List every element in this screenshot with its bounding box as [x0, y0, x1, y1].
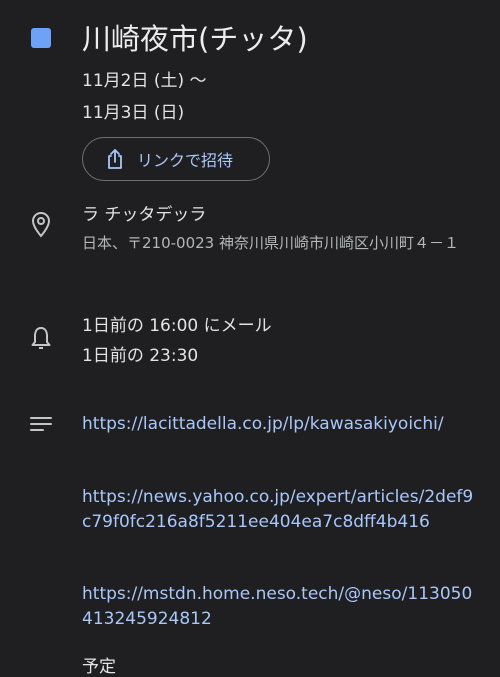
description-link-yahoo-news[interactable]: https://news.yahoo.co.jp/expert/articles…	[82, 485, 482, 535]
event-date-end: 11月3日 (日)	[82, 103, 185, 123]
event-color-swatch	[31, 28, 51, 48]
description-link-mastodon[interactable]: https://mstdn.home.neso.tech/@neso/11305…	[82, 582, 482, 632]
location-address[interactable]: 日本、〒210-0023 神奈川県川崎市川崎区小川町４－１	[82, 230, 482, 256]
bell-icon	[28, 324, 54, 352]
invite-button-label: リンクで招待	[137, 151, 234, 170]
invite-by-link-button[interactable]: リンクで招待	[82, 137, 270, 181]
description-lines-icon	[28, 410, 54, 438]
description-link-lacittadella[interactable]: https://lacittadella.co.jp/lp/kawasakiyo…	[82, 412, 482, 437]
location-pin-icon	[28, 211, 54, 239]
event-title: 川崎夜市(チッタ)	[82, 22, 308, 56]
location-name[interactable]: ラ チッタデッラ	[82, 200, 206, 225]
description-trailing-text: 予定	[82, 657, 116, 677]
event-date-start: 11月2日 (土) 〜	[82, 71, 207, 91]
reminder-email: 1日前の 16:00 にメール	[82, 316, 272, 336]
share-icon	[105, 148, 125, 170]
reminder-notification: 1日前の 23:30	[82, 346, 199, 366]
